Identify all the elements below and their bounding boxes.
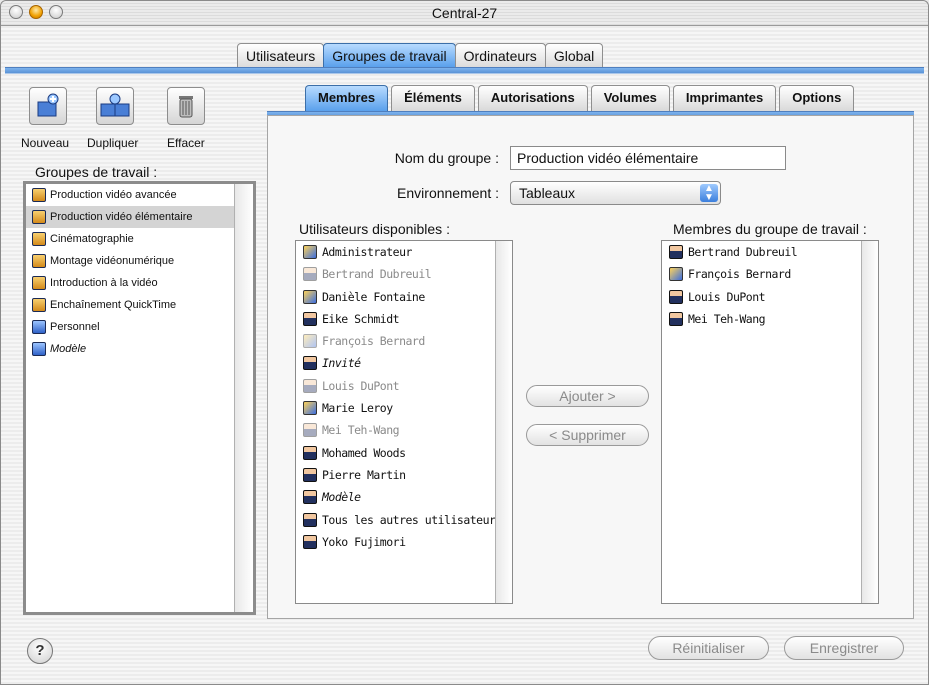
trash-icon bbox=[179, 96, 193, 118]
admin-icon bbox=[303, 401, 317, 416]
list-item[interactable]: Production vidéo élémentaire bbox=[26, 206, 253, 228]
list-item[interactable]: Administrateur bbox=[296, 241, 512, 263]
user-icon bbox=[303, 534, 317, 549]
reset-button[interactable]: Réinitialiser bbox=[648, 636, 769, 660]
user-icon bbox=[303, 445, 317, 460]
tab-autorisations[interactable]: Autorisations bbox=[477, 85, 588, 111]
list-item[interactable]: Mohamed Woods bbox=[296, 442, 512, 464]
tab-membres[interactable]: Membres bbox=[305, 85, 389, 111]
user-icon bbox=[303, 490, 317, 505]
workgroup-icon bbox=[32, 210, 46, 224]
new-button[interactable] bbox=[29, 87, 67, 125]
user-icon bbox=[303, 512, 317, 527]
title-bar[interactable]: Central-27 bbox=[1, 1, 928, 26]
list-item[interactable]: François Bernard bbox=[296, 330, 512, 352]
group-name-label: Nom du groupe : bbox=[394, 150, 499, 166]
environment-value: Tableaux bbox=[519, 185, 576, 201]
members-scrollbar[interactable] bbox=[861, 241, 878, 603]
admin-icon bbox=[303, 289, 317, 304]
members-title: Membres du groupe de travail : bbox=[673, 221, 867, 237]
list-item[interactable]: Invité bbox=[296, 352, 512, 374]
window-title: Central-27 bbox=[431, 5, 498, 21]
user-icon bbox=[303, 378, 317, 393]
list-item[interactable]: Eike Schmidt bbox=[296, 308, 512, 330]
workgroup-icon bbox=[32, 342, 46, 356]
list-item[interactable]: Pierre Martin bbox=[296, 464, 512, 486]
available-users-title: Utilisateurs disponibles : bbox=[299, 221, 450, 237]
list-item[interactable]: Louis DuPont bbox=[662, 286, 878, 308]
tab-options[interactable]: Options bbox=[779, 85, 855, 111]
available-users-list[interactable]: Administrateur Bertrand Dubreuil Danièle… bbox=[295, 240, 513, 604]
group-name-field[interactable] bbox=[510, 146, 786, 170]
list-item[interactable]: Montage vidéonumérique bbox=[26, 250, 253, 272]
tab-global[interactable]: Global bbox=[544, 43, 604, 67]
user-icon bbox=[303, 311, 317, 326]
tab-utilisateurs[interactable]: Utilisateurs bbox=[237, 43, 325, 67]
list-item[interactable]: Modèle bbox=[296, 486, 512, 508]
list-item[interactable]: Louis DuPont bbox=[296, 375, 512, 397]
duplicate-button[interactable] bbox=[96, 87, 134, 125]
user-icon bbox=[303, 423, 317, 438]
tab-imprimantes[interactable]: Imprimantes bbox=[672, 85, 777, 111]
workgroup-icon bbox=[32, 276, 46, 290]
environment-select[interactable]: Tableaux ▲ ▼ bbox=[510, 181, 721, 205]
workgroup-icon bbox=[32, 254, 46, 268]
list-item[interactable]: Enchaînement QuickTime bbox=[26, 294, 253, 316]
admin-icon bbox=[303, 334, 317, 349]
list-item[interactable]: Personnel bbox=[26, 316, 253, 338]
list-item[interactable]: Mei Teh-Wang bbox=[662, 308, 878, 330]
workgroup-icon bbox=[32, 232, 46, 246]
delete-button-label: Effacer bbox=[167, 136, 205, 150]
user-icon bbox=[669, 289, 683, 304]
list-item[interactable]: Marie Leroy bbox=[296, 397, 512, 419]
list-item[interactable]: Tous les autres utilisateurs bbox=[296, 509, 512, 531]
user-icon bbox=[303, 467, 317, 482]
tab-ordinateurs[interactable]: Ordinateurs bbox=[454, 43, 546, 67]
help-button[interactable]: ? bbox=[27, 638, 53, 664]
top-tab-bar: Utilisateurs Groupes de travail Ordinate… bbox=[237, 43, 604, 69]
list-item[interactable]: Mei Teh-Wang bbox=[296, 419, 512, 441]
tab-elements[interactable]: Éléments bbox=[391, 85, 475, 111]
user-icon bbox=[303, 267, 317, 282]
admin-icon bbox=[303, 245, 317, 259]
list-item[interactable]: Danièle Fontaine bbox=[296, 286, 512, 308]
remove-button[interactable]: < Supprimer bbox=[526, 424, 649, 446]
user-icon bbox=[669, 311, 683, 326]
app-window: Central-27 Utilisateurs Groupes de trava… bbox=[0, 0, 929, 685]
tab-groupes-de-travail[interactable]: Groupes de travail bbox=[323, 43, 456, 67]
workgroup-icon bbox=[32, 320, 46, 334]
available-users-scrollbar[interactable] bbox=[495, 241, 512, 603]
new-button-label: Nouveau bbox=[21, 136, 70, 150]
admin-icon bbox=[669, 267, 683, 282]
list-item[interactable]: Modèle bbox=[26, 338, 253, 360]
list-item[interactable]: Bertrand Dubreuil bbox=[662, 241, 878, 263]
environment-label: Environnement : bbox=[397, 185, 499, 201]
tab-volumes[interactable]: Volumes bbox=[590, 85, 670, 111]
list-item[interactable]: François Bernard bbox=[662, 263, 878, 285]
user-icon bbox=[303, 356, 317, 371]
sub-tab-bar: Membres Éléments Autorisations Volumes I… bbox=[305, 85, 857, 111]
workgroup-list-scrollbar[interactable] bbox=[234, 184, 253, 612]
save-button[interactable]: Enregistrer bbox=[784, 636, 904, 660]
delete-button[interactable] bbox=[167, 87, 205, 125]
workgroup-icon bbox=[32, 188, 46, 202]
new-group-icon bbox=[37, 93, 59, 117]
workgroups-title: Groupes de travail : bbox=[35, 164, 158, 180]
list-item[interactable]: Bertrand Dubreuil bbox=[296, 263, 512, 285]
list-item[interactable]: Introduction à la vidéo bbox=[26, 272, 253, 294]
duplicate-group-icon bbox=[100, 93, 130, 117]
duplicate-button-label: Dupliquer bbox=[87, 136, 139, 150]
workgroup-list[interactable]: Production vidéo avancée Production vidé… bbox=[23, 181, 256, 615]
members-list[interactable]: Bertrand Dubreuil François Bernard Louis… bbox=[661, 240, 879, 604]
list-item[interactable]: Yoko Fujimori bbox=[296, 531, 512, 553]
list-item[interactable]: Production vidéo avancée bbox=[26, 184, 253, 206]
workgroup-icon bbox=[32, 298, 46, 312]
add-button[interactable]: Ajouter > bbox=[526, 385, 649, 407]
user-icon bbox=[669, 245, 683, 259]
updown-arrows-icon: ▲ ▼ bbox=[700, 184, 718, 203]
list-item[interactable]: Cinématographie bbox=[26, 228, 253, 250]
